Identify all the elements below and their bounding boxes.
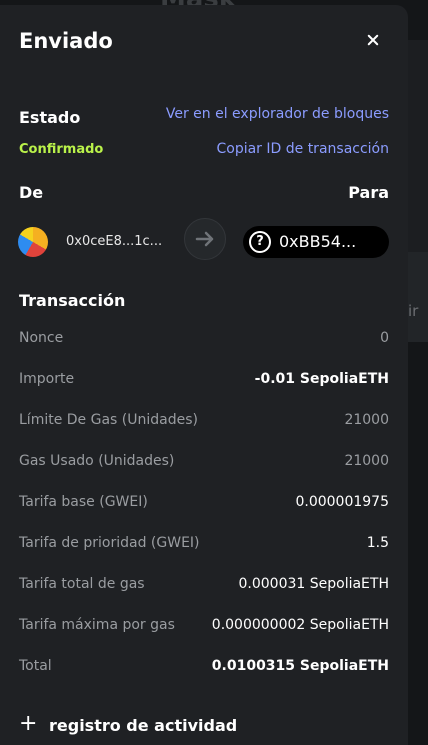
row-label: Importe [19,371,75,387]
background-lower [408,405,428,738]
transaction-section-title: Transacción [19,291,126,310]
row-label: Límite De Gas (Unidades) [19,412,198,428]
row-priority-fee: Tarifa de prioridad (GWEI) 1.5 [19,535,389,555]
question-icon: ? [249,231,271,253]
row-label: Gas Usado (Unidades) [19,453,175,469]
row-value: 21000 [344,412,389,428]
row-nonce: Nonce 0 [19,330,389,350]
block-explorer-link[interactable]: Ver en el explorador de bloques [166,106,389,122]
row-amount: Importe -0.01 SepoliaETH [19,371,389,391]
close-icon[interactable] [362,29,384,51]
row-label: Tarifa máxima por gas [19,617,175,633]
row-gas-limit: Límite De Gas (Unidades) 21000 [19,412,389,432]
modal-title: Enviado [19,29,113,53]
status-label: Estado [19,108,81,127]
to-address: 0xBB54... [279,232,357,251]
to-label: Para [348,183,389,202]
row-value: 0 [380,330,389,346]
row-value: 0.000001975 [295,494,389,510]
background-text: ir [408,302,419,320]
copy-transaction-id-link[interactable]: Copiar ID de transacción [216,141,389,157]
row-label: Tarifa base (GWEI) [19,494,148,510]
row-label: Tarifa total de gas [19,576,145,592]
row-total: Total 0.0100315 SepoliaETH [19,658,389,678]
row-value: 1.5 [366,535,389,551]
row-total-gas-fee: Tarifa total de gas 0.000031 SepoliaETH [19,576,389,596]
from-address[interactable]: 0x0ceE8...1c... [66,234,162,249]
row-label: Tarifa de prioridad (GWEI) [19,535,200,551]
row-max-fee-per-gas: Tarifa máxima por gas 0.000000002 Sepoli… [19,617,389,637]
status-badge: Confirmado [19,142,104,157]
row-gas-used: Gas Usado (Unidades) 21000 [19,453,389,473]
row-base-fee: Tarifa base (GWEI) 0.000001975 [19,494,389,514]
row-value: 21000 [344,453,389,469]
transaction-details-modal: Enviado Estado Ver en el explorador de b… [0,5,408,745]
row-label: Total [19,658,52,674]
arrow-right-icon [184,218,226,260]
row-value: 0.000031 SepoliaETH [238,576,390,592]
row-value: -0.01 SepoliaETH [254,371,389,387]
from-account-avatar [18,227,48,257]
row-value: 0.000000002 SepoliaETH [211,617,389,633]
row-label: Nonce [19,330,64,346]
row-value: 0.0100315 SepoliaETH [211,658,389,674]
to-address-pill[interactable]: ? 0xBB54... [243,226,389,258]
activity-log-toggle[interactable]: registro de actividad [49,716,237,735]
from-label: De [19,183,44,202]
background-row [408,252,428,342]
plus-icon[interactable]: + [19,713,37,735]
